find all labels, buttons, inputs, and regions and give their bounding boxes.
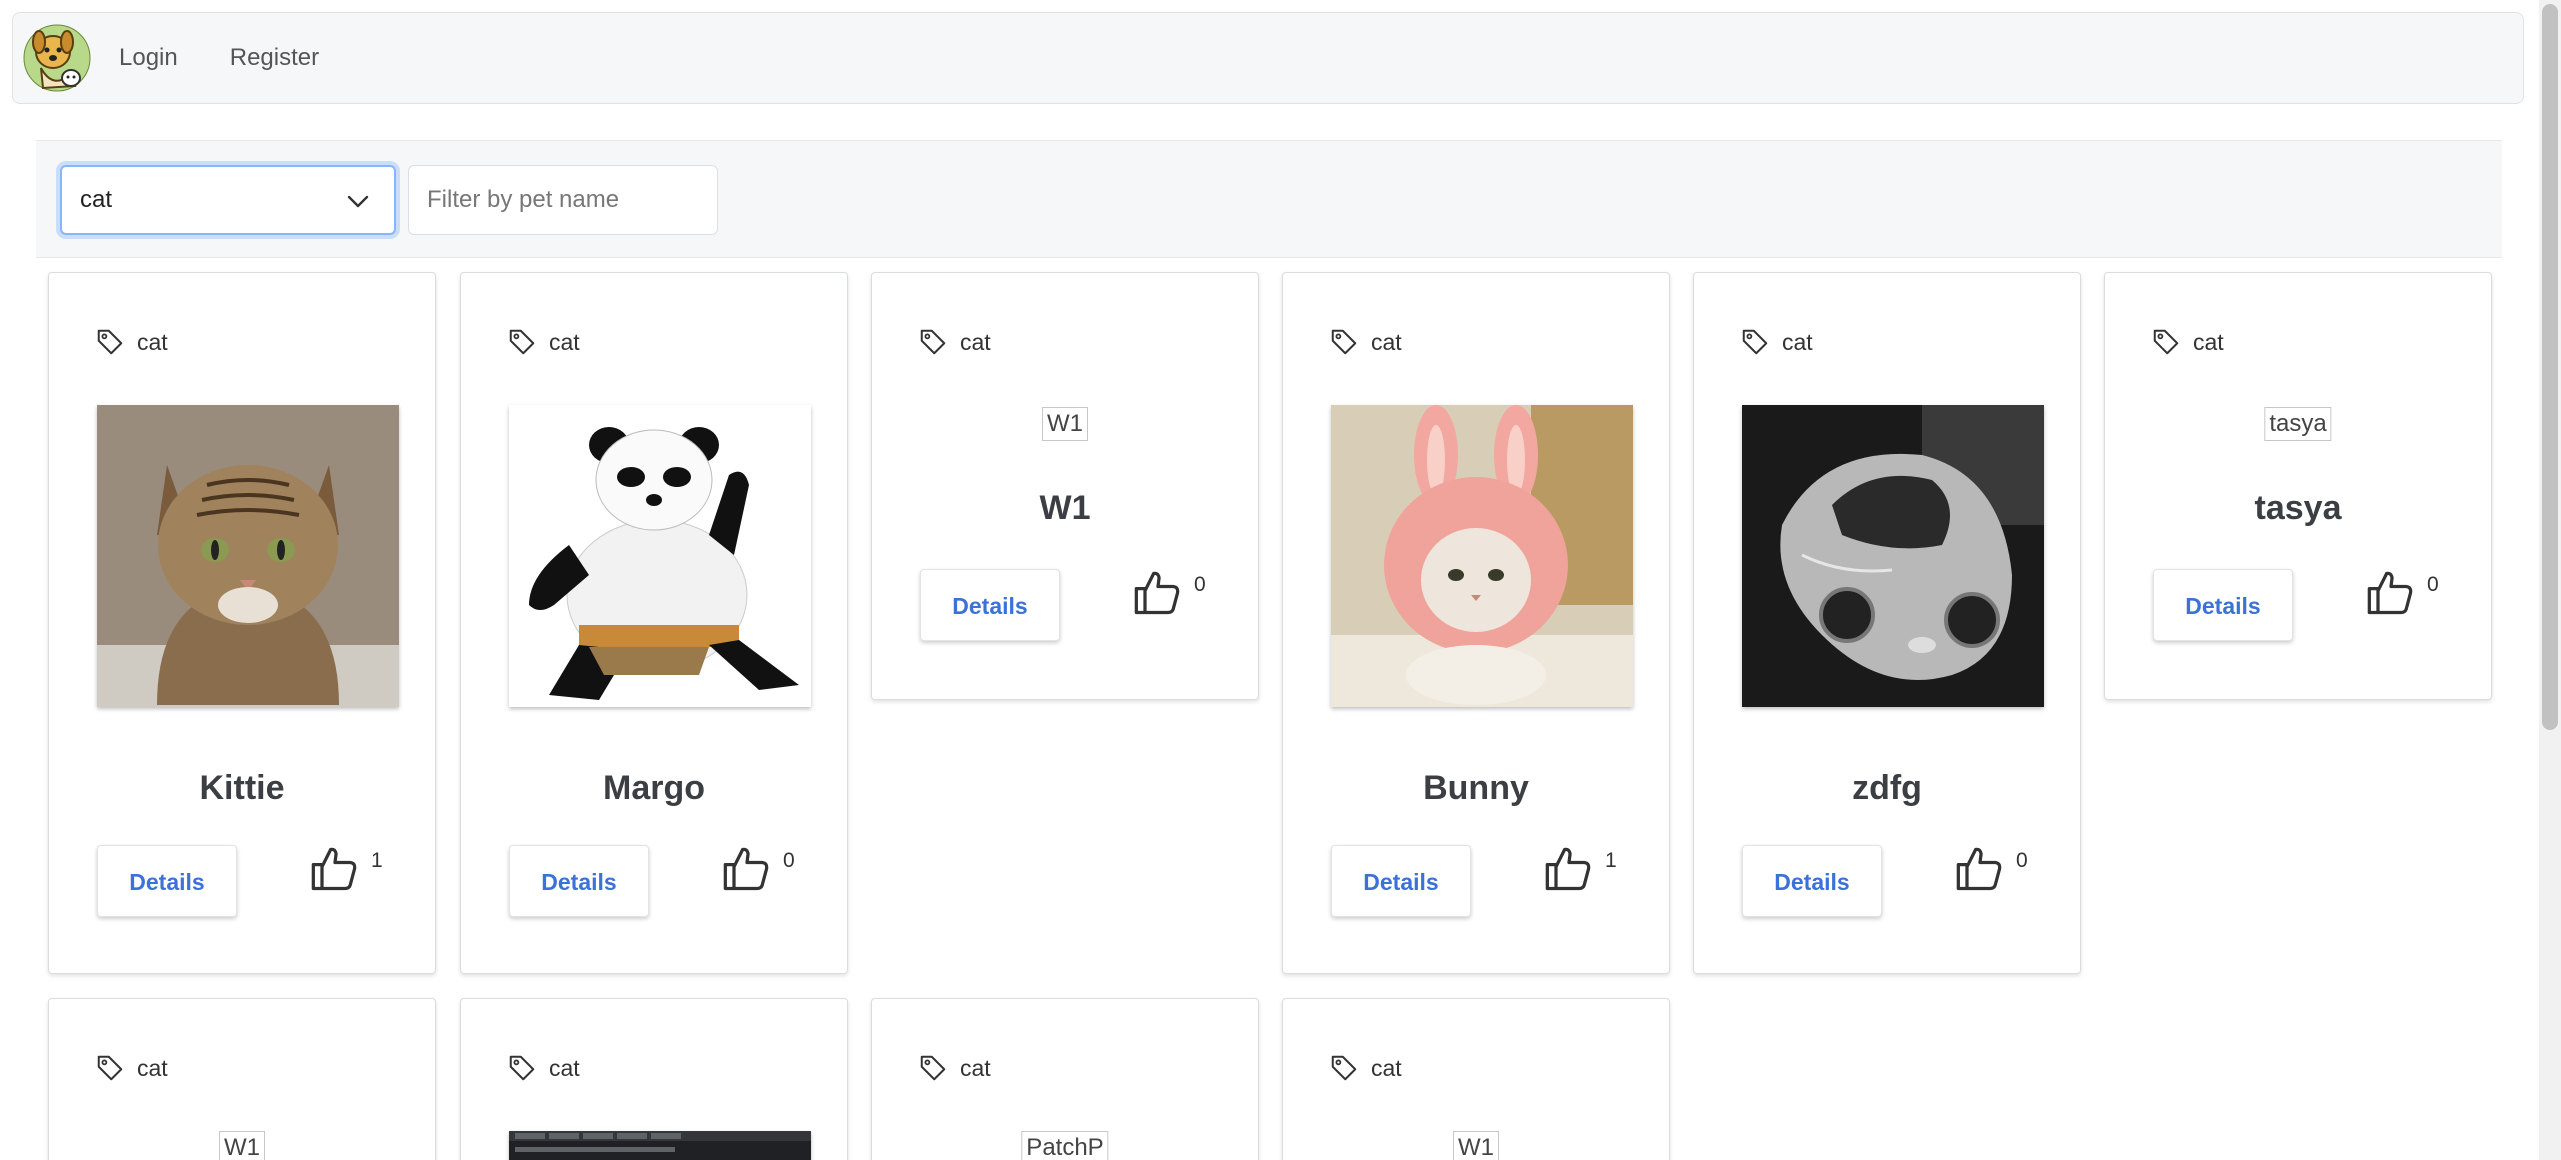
pet-photo-tabby-cat[interactable] (97, 405, 399, 707)
pet-type-tag: cat (918, 327, 991, 357)
like-count: 0 (2016, 849, 2028, 872)
broken-pet-image[interactable]: W1 (219, 1131, 265, 1160)
broken-pet-image[interactable]: W1 (1453, 1131, 1499, 1160)
pet-card: cat W1 (48, 998, 436, 1160)
pet-card: cat W1 (1282, 998, 1670, 1160)
broken-pet-image[interactable]: tasya (2264, 407, 2332, 441)
chevron-down-icon (347, 195, 369, 208)
like-button[interactable] (1954, 843, 2010, 899)
details-button[interactable]: Details (1331, 845, 1471, 917)
thumbs-up-icon (1134, 571, 1180, 615)
pet-photo-panda[interactable] (509, 405, 811, 707)
pet-name: tasya (2254, 489, 2342, 527)
tag-icon (509, 1055, 535, 1081)
tag-icon (2153, 329, 2179, 355)
like-count: 0 (1194, 573, 1206, 596)
tag-icon (97, 1055, 123, 1081)
like-count: 0 (2427, 573, 2439, 596)
tag-icon (920, 329, 946, 355)
pet-type-select[interactable]: cat (60, 165, 396, 235)
pet-photo-browser-screenshot[interactable] (509, 1131, 811, 1160)
broken-pet-image[interactable]: PatchP (1021, 1131, 1109, 1160)
thumbs-up-icon (723, 847, 769, 891)
pet-card: cat Margo Details 0 (460, 272, 848, 974)
pet-type-tag: cat (1329, 327, 1402, 357)
like-button[interactable] (2365, 567, 2421, 623)
page-scrollbar[interactable] (2539, 0, 2561, 1160)
tag-icon (97, 329, 123, 355)
pet-name: Margo (603, 769, 705, 807)
details-button[interactable]: Details (97, 845, 237, 917)
like-button[interactable] (721, 843, 777, 899)
pet-name: W1 (1039, 489, 1091, 527)
pet-type-tag: cat (95, 1053, 168, 1083)
pet-card: cat PatchP (871, 998, 1259, 1160)
pet-type-tag: cat (507, 327, 580, 357)
pet-card: cat W1 W1 Details 0 (871, 272, 1259, 700)
like-count: 0 (783, 849, 795, 872)
like-button[interactable] (309, 843, 365, 899)
tag-icon (1742, 329, 1768, 355)
thumbs-up-icon (311, 847, 357, 891)
details-button[interactable]: Details (1742, 845, 1882, 917)
pet-type-tag: cat (2151, 327, 2224, 357)
like-count: 1 (1605, 849, 1617, 872)
pet-card: cat zdfg Details 0 (1693, 272, 2081, 974)
top-navbar: Login Register (12, 12, 2524, 104)
scrollbar-thumb[interactable] (2542, 4, 2558, 730)
tag-icon (1331, 1055, 1357, 1081)
pet-type-tag: cat (1329, 1053, 1402, 1083)
pet-type-tag: cat (507, 1053, 580, 1083)
pet-card: cat Bunny Details 1 (1282, 272, 1670, 974)
pet-type-tag: cat (95, 327, 168, 357)
thumbs-up-icon (1545, 847, 1591, 891)
tag-icon (509, 329, 535, 355)
pet-logo-icon[interactable] (23, 24, 91, 92)
pet-type-tag: cat (1740, 327, 1813, 357)
pet-name-filter-input[interactable] (408, 165, 718, 235)
like-button[interactable] (1132, 567, 1188, 623)
pet-name: zdfg (1852, 769, 1922, 807)
tag-icon (920, 1055, 946, 1081)
register-link[interactable]: Register (230, 44, 319, 72)
details-button[interactable]: Details (2153, 569, 2293, 641)
pet-photo-cat-bunny-hat[interactable] (1331, 405, 1633, 707)
filter-bar: cat (36, 140, 2502, 258)
tag-icon (1331, 329, 1357, 355)
pet-name: Bunny (1423, 769, 1529, 807)
pet-card: cat (460, 998, 848, 1160)
pet-type-tag: cat (918, 1053, 991, 1083)
pet-card: cat Kittie Details 1 (48, 272, 436, 974)
pet-name: Kittie (199, 769, 285, 807)
pet-type-select-value: cat (80, 186, 113, 213)
like-count: 1 (371, 849, 383, 872)
pet-photo-silver-car[interactable] (1742, 405, 2044, 707)
broken-pet-image[interactable]: W1 (1042, 407, 1088, 441)
thumbs-up-icon (1956, 847, 2002, 891)
like-button[interactable] (1543, 843, 1599, 899)
login-link[interactable]: Login (119, 44, 178, 72)
details-button[interactable]: Details (920, 569, 1060, 641)
thumbs-up-icon (2367, 571, 2413, 615)
details-button[interactable]: Details (509, 845, 649, 917)
pet-card: cat tasya tasya Details 0 (2104, 272, 2492, 700)
